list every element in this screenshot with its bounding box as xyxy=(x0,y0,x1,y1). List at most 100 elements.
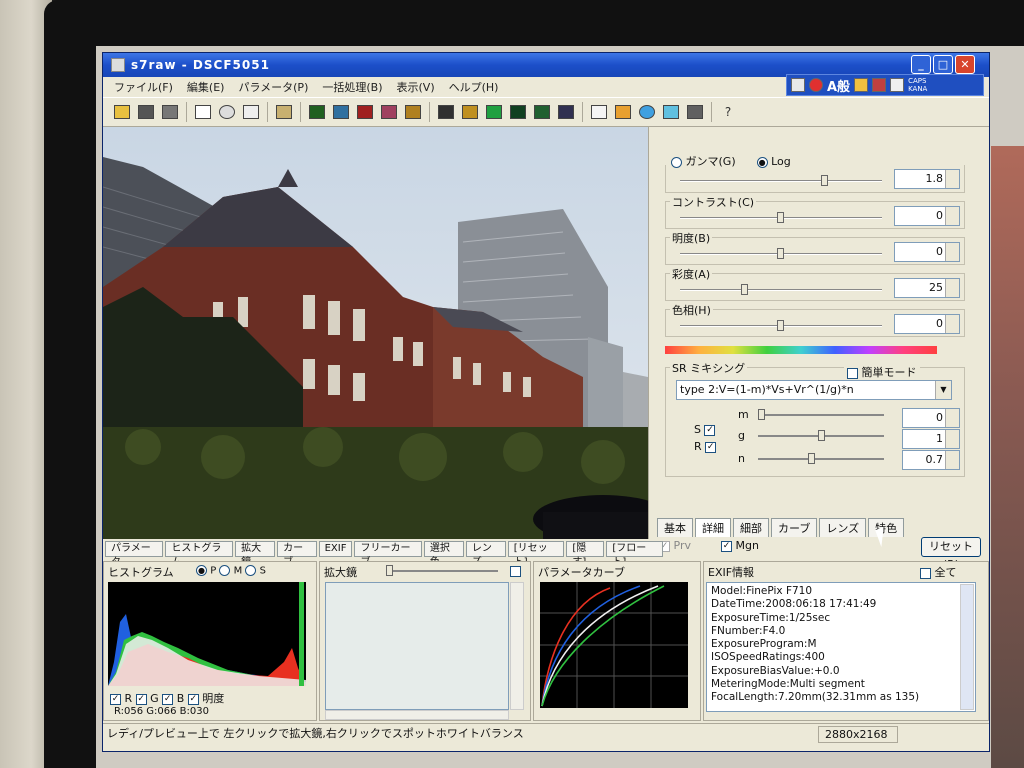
magnifier-zoom-thumb[interactable] xyxy=(386,565,393,576)
tab-curve[interactable]: カーブ xyxy=(771,518,818,537)
n-slider[interactable] xyxy=(758,453,884,464)
tab-exif[interactable]: EXIF xyxy=(318,541,353,557)
saturation-slider[interactable] xyxy=(680,284,882,295)
histogram-m-radio[interactable] xyxy=(219,565,231,576)
zoom-icon[interactable] xyxy=(216,101,238,123)
convert-jpg-icon[interactable] xyxy=(402,101,424,123)
maximize-button[interactable]: □ xyxy=(933,55,953,74)
tab-curve-bottom[interactable]: カーブ xyxy=(277,541,317,568)
g-slider-thumb[interactable] xyxy=(818,430,826,441)
exif-list[interactable]: Model:FinePix F710 DateTime:2008:06:18 1… xyxy=(706,582,976,712)
curve-icon[interactable] xyxy=(684,101,706,123)
convert-tif16-icon[interactable] xyxy=(378,101,400,123)
tab-magnifier[interactable]: 拡大鏡 xyxy=(235,541,276,568)
magnifier-view[interactable] xyxy=(325,582,509,710)
brightness-slider[interactable] xyxy=(680,248,882,259)
magnifier-vertical-scrollbar[interactable] xyxy=(510,582,524,710)
tab-histogram[interactable]: ヒストグラム xyxy=(165,541,234,568)
hue-value-field[interactable]: 0 xyxy=(894,314,960,334)
help-icon[interactable]: ? xyxy=(717,101,739,123)
menu-edit[interactable]: 編集(E) xyxy=(180,79,232,95)
contrast-slider-thumb[interactable] xyxy=(776,212,784,223)
ime-mode[interactable]: A般 xyxy=(827,76,850,95)
contrast-value-field[interactable]: 0 xyxy=(894,206,960,226)
reset-button[interactable]: リセット(R) xyxy=(921,537,981,571)
r-checkbox[interactable]: ✓ xyxy=(705,441,717,453)
tab-lens[interactable]: レンズ xyxy=(819,518,867,537)
magnifier-horizontal-scrollbar[interactable] xyxy=(325,710,509,720)
palette-icon[interactable] xyxy=(612,101,634,123)
ime-tools-icon[interactable] xyxy=(854,78,869,92)
green-frame-icon[interactable] xyxy=(483,101,505,123)
chevron-down-icon[interactable]: ▼ xyxy=(935,381,951,399)
histogram-luma-checkbox[interactable]: ✓ xyxy=(187,693,199,705)
convert-tif-icon[interactable] xyxy=(354,101,376,123)
menu-file[interactable]: ファイル(F) xyxy=(107,79,180,95)
panel-hide-button[interactable]: [隠す] xyxy=(566,541,605,568)
tab-detail[interactable]: 詳細 xyxy=(695,518,731,537)
convert-bmp-icon[interactable] xyxy=(306,101,328,123)
minimize-button[interactable]: _ xyxy=(911,55,931,74)
batch-icon[interactable] xyxy=(435,101,457,123)
ime-pad-icon[interactable] xyxy=(809,78,823,92)
gamma-slider[interactable] xyxy=(680,175,882,186)
preview-icon[interactable] xyxy=(555,101,577,123)
g-slider[interactable] xyxy=(758,430,884,441)
tab-basic[interactable]: 基本 xyxy=(657,518,693,537)
n-value-field[interactable]: 0.7 xyxy=(902,450,960,470)
grid-dark-icon[interactable] xyxy=(507,101,529,123)
panel-reset-button[interactable]: [リセット] xyxy=(507,541,565,568)
contrast-slider[interactable] xyxy=(680,212,882,223)
save-as-icon[interactable] xyxy=(159,101,181,123)
gamma-slider-thumb[interactable] xyxy=(821,175,829,186)
grid-icon[interactable] xyxy=(588,101,610,123)
convert-bmp16-icon[interactable] xyxy=(330,101,352,123)
brightness-value-field[interactable]: 0 xyxy=(894,242,960,262)
histogram-s-radio[interactable] xyxy=(245,565,257,576)
magnifier-zoom-slider[interactable] xyxy=(386,565,498,576)
gamma-value-field[interactable]: 1.8 xyxy=(894,169,960,189)
saturation-value-field[interactable]: 25 xyxy=(894,278,960,298)
magnifier-checkbox[interactable] xyxy=(510,566,521,577)
menu-batch[interactable]: 一括処理(B) xyxy=(315,79,389,95)
mgn-checkbox[interactable]: ✓ xyxy=(721,540,732,552)
grid-split-icon[interactable] xyxy=(531,101,553,123)
exif-all-checkbox[interactable] xyxy=(920,567,931,579)
ime-dock-icon[interactable] xyxy=(791,78,805,92)
histogram-b-checkbox[interactable]: ✓ xyxy=(162,693,174,705)
histogram-p-radio[interactable]: ● xyxy=(196,565,207,576)
simple-mode-checkbox[interactable] xyxy=(847,367,858,379)
open-folder-icon[interactable] xyxy=(111,101,133,123)
tab-fine[interactable]: 細部 xyxy=(733,518,769,537)
tab-lens-bottom[interactable]: レンズ xyxy=(465,541,506,568)
preview-image[interactable] xyxy=(103,127,648,539)
color-circles-icon[interactable] xyxy=(636,101,658,123)
saturation-slider-thumb[interactable] xyxy=(740,284,748,295)
panel-float-button[interactable]: [フロート] xyxy=(606,541,663,568)
n-slider-thumb[interactable] xyxy=(808,453,816,464)
sr-formula-select[interactable]: type 2:V=(1-m)*Vs+Vr^(1/g)*n ▼ xyxy=(676,380,952,400)
tab-free-curve[interactable]: フリーカーブ xyxy=(354,541,422,568)
eyedropper-icon[interactable] xyxy=(660,101,682,123)
menu-parameter[interactable]: パラメータ(P) xyxy=(231,79,315,95)
histogram-g-checkbox[interactable]: ✓ xyxy=(135,693,147,705)
tab-parameter[interactable]: パラメータ xyxy=(105,541,164,568)
layers-icon[interactable] xyxy=(273,101,295,123)
crop-icon[interactable] xyxy=(240,101,262,123)
menu-help[interactable]: ヘルプ(H) xyxy=(442,79,506,95)
tab-selective-color[interactable]: 選択色 xyxy=(423,541,464,568)
hue-slider[interactable] xyxy=(680,320,882,331)
g-value-field[interactable]: 1 xyxy=(902,429,960,449)
menu-view[interactable]: 表示(V) xyxy=(390,79,442,95)
histogram-r-checkbox[interactable]: ✓ xyxy=(110,693,121,705)
hue-slider-thumb[interactable] xyxy=(776,320,784,331)
close-button[interactable]: ✕ xyxy=(955,55,975,74)
s-checkbox[interactable]: ✓ xyxy=(704,424,716,436)
jpg-export-icon[interactable] xyxy=(459,101,481,123)
ime-help-icon[interactable] xyxy=(890,78,905,92)
copy-icon[interactable] xyxy=(192,101,214,123)
save-icon[interactable] xyxy=(135,101,157,123)
m-slider[interactable] xyxy=(758,409,884,420)
m-value-field[interactable]: 0 xyxy=(902,408,960,428)
ime-dictionary-icon[interactable] xyxy=(872,78,887,92)
